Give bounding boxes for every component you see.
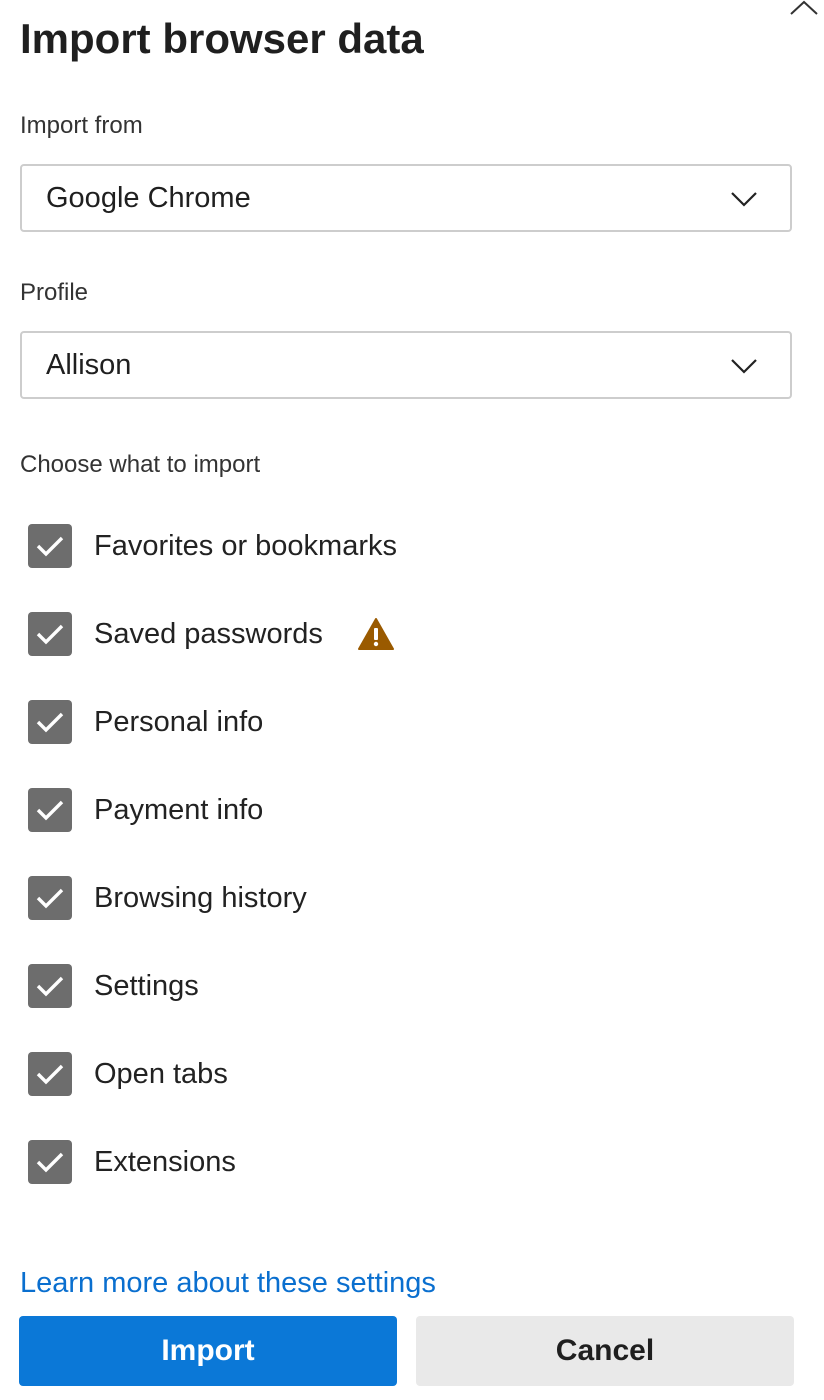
option-saved-passwords[interactable]: Saved passwords [28, 612, 395, 656]
import-from-label: Import from [20, 112, 143, 139]
import-button[interactable]: Import [19, 1316, 397, 1386]
chevron-down-icon [731, 359, 757, 374]
checkmark-icon [36, 624, 64, 645]
option-label: Extensions [94, 1145, 236, 1178]
checkmark-icon [36, 888, 64, 909]
profile-value: Allison [46, 348, 132, 381]
learn-more-link[interactable]: Learn more about these settings [20, 1264, 436, 1302]
choose-what-to-import-label: Choose what to import [20, 451, 261, 478]
collapse-button[interactable] [784, 0, 824, 22]
option-open-tabs[interactable]: Open tabs [28, 1052, 228, 1096]
checkmark-icon [36, 1152, 64, 1173]
checkmark-icon [36, 976, 64, 997]
option-label: Payment info [94, 793, 264, 826]
option-label: Personal info [94, 705, 264, 738]
checkbox-checked[interactable] [28, 788, 72, 832]
import-from-dropdown[interactable]: Google Chrome [20, 164, 792, 232]
option-extensions[interactable]: Extensions [28, 1140, 236, 1184]
option-favorites-bookmarks[interactable]: Favorites or bookmarks [28, 524, 397, 568]
checkbox-checked[interactable] [28, 1140, 72, 1184]
option-label: Favorites or bookmarks [94, 529, 397, 562]
checkmark-icon [36, 712, 64, 733]
profile-dropdown[interactable]: Allison [20, 331, 792, 399]
option-label: Saved passwords [94, 617, 323, 650]
import-from-value: Google Chrome [46, 181, 251, 214]
option-label: Open tabs [94, 1057, 228, 1090]
checkmark-icon [36, 800, 64, 821]
dialog-title: Import browser data [20, 15, 424, 62]
warning-icon[interactable] [357, 617, 395, 651]
option-browsing-history[interactable]: Browsing history [28, 876, 307, 920]
option-label: Settings [94, 969, 199, 1002]
checkbox-checked[interactable] [28, 876, 72, 920]
checkmark-icon [36, 1064, 64, 1085]
chevron-down-icon [731, 192, 757, 207]
option-personal-info[interactable]: Personal info [28, 700, 263, 744]
checkbox-checked[interactable] [28, 524, 72, 568]
profile-label: Profile [20, 279, 89, 306]
cancel-button[interactable]: Cancel [416, 1316, 794, 1386]
checkbox-checked[interactable] [28, 612, 72, 656]
checkbox-checked[interactable] [28, 1052, 72, 1096]
checkbox-checked[interactable] [28, 700, 72, 744]
option-settings[interactable]: Settings [28, 964, 199, 1008]
chevron-up-icon [790, 0, 818, 15]
option-payment-info[interactable]: Payment info [28, 788, 263, 832]
checkbox-checked[interactable] [28, 964, 72, 1008]
checkmark-icon [36, 536, 64, 557]
option-label: Browsing history [94, 881, 307, 914]
